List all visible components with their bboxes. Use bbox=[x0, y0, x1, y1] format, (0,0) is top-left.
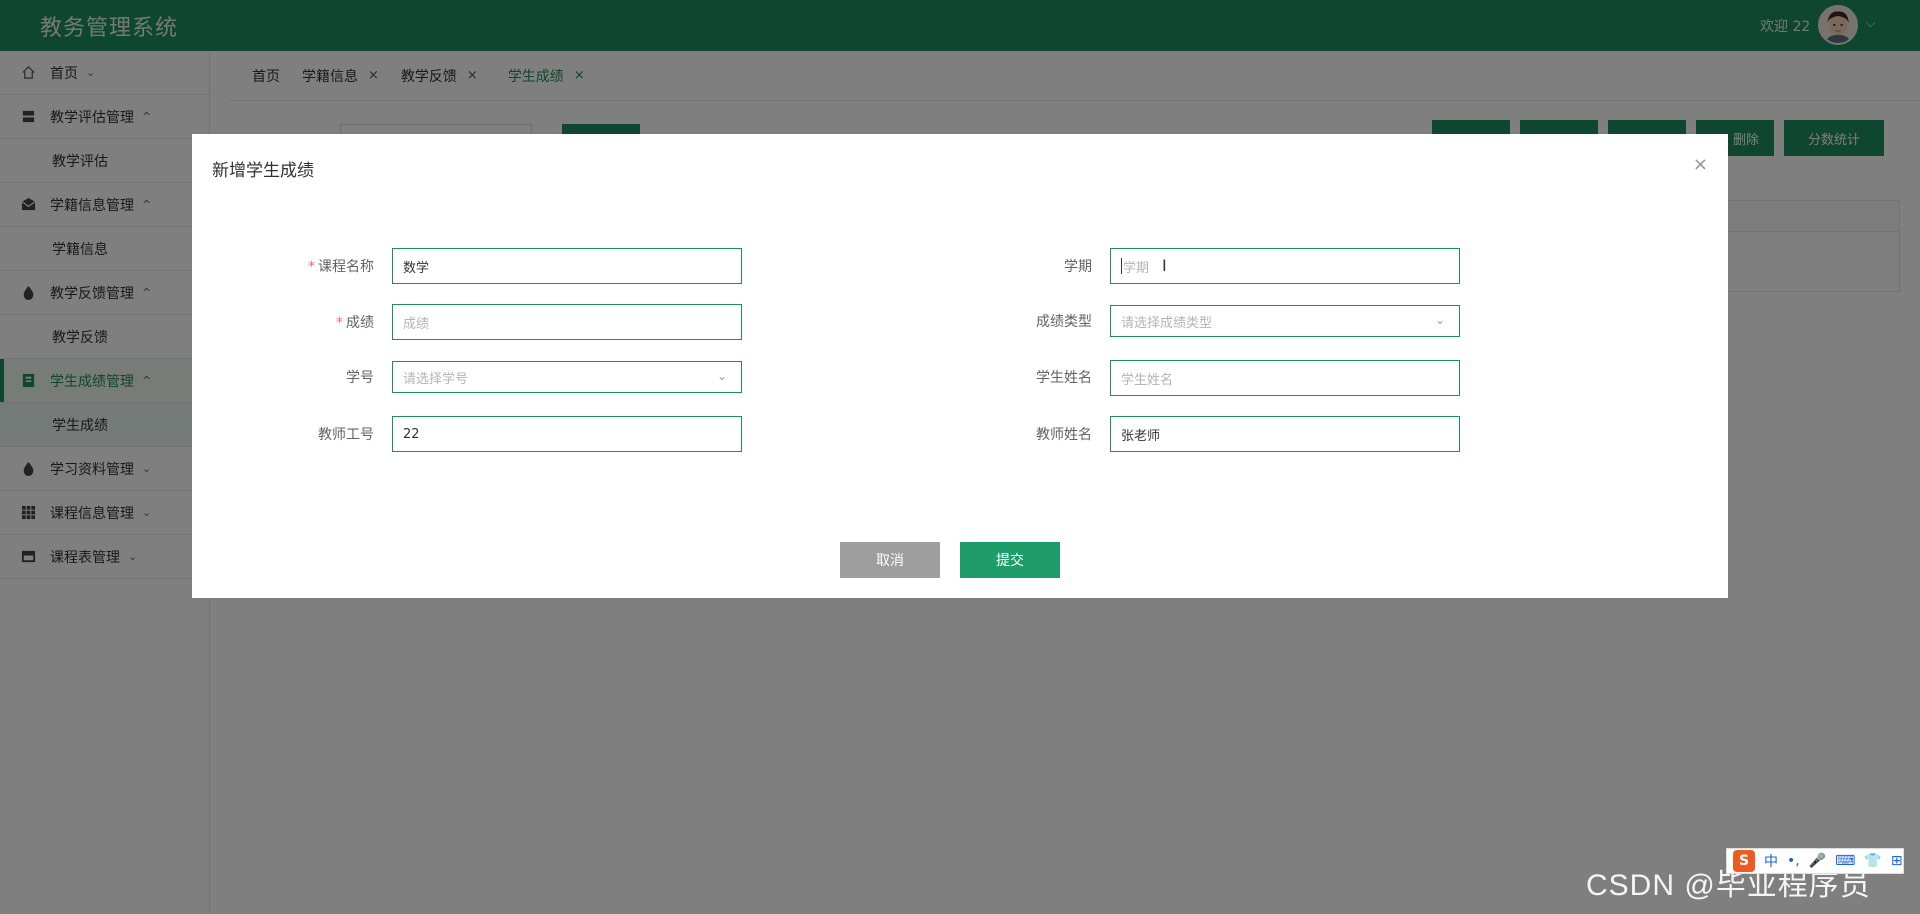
teacher-id-label: 教师工号 bbox=[318, 427, 374, 443]
ime-chinese-mode-icon[interactable]: 中 bbox=[1764, 851, 1778, 871]
chevron-down-icon: ⌄ bbox=[716, 369, 727, 383]
student-id-placeholder: 请选择学号 bbox=[403, 371, 469, 387]
ibeam-cursor-icon: I bbox=[1162, 256, 1167, 275]
ime-punctuation-icon[interactable]: •, bbox=[1787, 853, 1800, 869]
ime-skin-icon[interactable]: 👕 bbox=[1864, 853, 1881, 869]
score-input[interactable]: 成绩 bbox=[392, 304, 742, 340]
semester-placeholder: 学期 bbox=[1123, 260, 1150, 276]
score-label: * 成绩 bbox=[224, 312, 374, 332]
close-icon[interactable]: × bbox=[1693, 154, 1708, 175]
field-label: 成绩 bbox=[346, 315, 374, 331]
course-name-input[interactable]: 数学 bbox=[392, 248, 742, 284]
student-name-placeholder: 学生姓名 bbox=[1121, 372, 1174, 388]
score-type-label: 成绩类型 bbox=[1036, 314, 1092, 330]
teacher-name-value: 张老师 bbox=[1121, 428, 1161, 444]
student-name-label: 学生姓名 bbox=[1036, 370, 1092, 386]
text-cursor bbox=[1121, 258, 1122, 274]
cancel-button[interactable]: 取消 bbox=[840, 542, 940, 578]
ime-toolbox-icon[interactable]: ⊞ bbox=[1891, 853, 1903, 869]
course-name-value: 数学 bbox=[403, 260, 430, 276]
student-id-select[interactable]: 请选择学号 ⌄ bbox=[392, 361, 742, 393]
chevron-down-icon: ⌄ bbox=[1434, 313, 1445, 327]
dialog-title: 新增学生成绩 bbox=[212, 161, 314, 181]
teacher-id-input[interactable]: 22 bbox=[392, 416, 742, 452]
score-placeholder: 成绩 bbox=[403, 316, 430, 332]
field-label: 课程名称 bbox=[318, 259, 374, 275]
submit-button[interactable]: 提交 bbox=[960, 542, 1060, 578]
ime-keyboard-icon[interactable]: ⌨ bbox=[1835, 853, 1855, 869]
teacher-name-input[interactable]: 张老师 bbox=[1110, 416, 1460, 452]
teacher-id-value: 22 bbox=[403, 426, 420, 442]
student-id-label: 学号 bbox=[346, 370, 374, 386]
semester-label: 学期 bbox=[1064, 259, 1092, 275]
required-mark: * bbox=[308, 259, 315, 275]
teacher-name-label: 教师姓名 bbox=[1036, 427, 1092, 443]
ime-microphone-icon[interactable]: 🎤 bbox=[1809, 853, 1826, 869]
ime-toolbar[interactable]: S 中 •, 🎤 ⌨ 👕 ⊞ bbox=[1726, 848, 1904, 874]
add-score-dialog: 新增学生成绩 × * 课程名称 数学 * 成绩 成绩 学号 请选择学号 ⌄ 教师工号… bbox=[192, 134, 1728, 598]
ime-logo-icon[interactable]: S bbox=[1733, 850, 1755, 872]
student-name-input[interactable]: 学生姓名 bbox=[1110, 360, 1460, 396]
course-name-label: * 课程名称 bbox=[224, 256, 374, 276]
required-mark: * bbox=[336, 315, 343, 331]
score-type-select[interactable]: 请选择成绩类型 ⌄ bbox=[1110, 305, 1460, 337]
score-type-placeholder: 请选择成绩类型 bbox=[1121, 315, 1213, 331]
